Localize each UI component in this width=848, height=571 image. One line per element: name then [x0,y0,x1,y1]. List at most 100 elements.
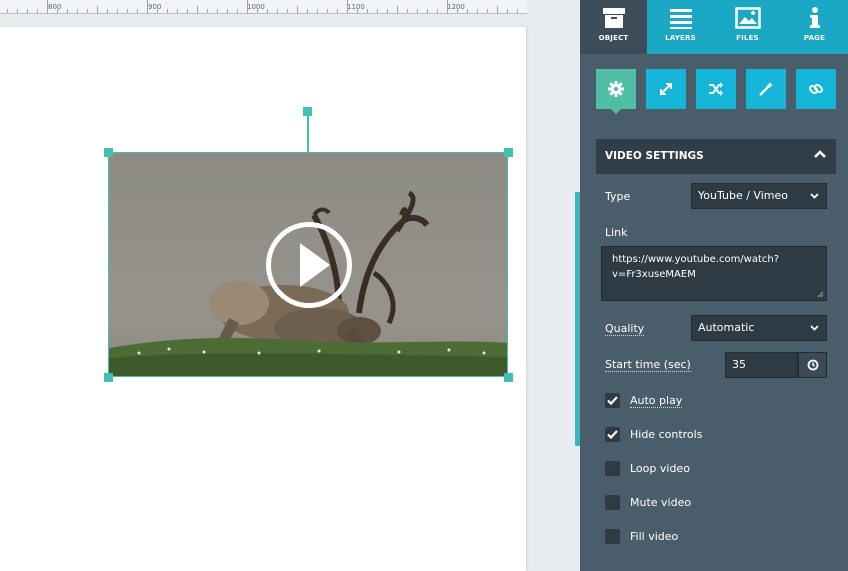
ruler-tick [497,6,498,13]
link-label: Link [605,226,628,239]
effects-button[interactable] [746,69,786,109]
resize-grip-icon[interactable] [817,291,824,298]
video-settings-header[interactable]: VIDEO SETTINGS [596,139,836,174]
tab-label: OBJECT [598,34,629,42]
ruler-label: 1100 [347,3,365,11]
ruler-tick [327,9,328,13]
type-select-value: YouTube / Vimeo [698,189,788,202]
quality-select[interactable]: Automatic [691,315,827,341]
rotate-handle[interactable] [303,107,312,116]
resize-button[interactable] [646,69,686,109]
ruler-tick [387,9,388,13]
video-element[interactable] [108,152,508,377]
type-select[interactable]: YouTube / Vimeo [691,183,827,209]
ruler-label: 900 [148,3,162,11]
link-button[interactable] [796,69,836,109]
info-icon [809,7,820,28]
ruler-tick [107,9,108,13]
ruler-tick [357,9,358,13]
link-text-line: https://www.youtube.com/watch? [612,254,780,265]
object-icon [602,8,625,28]
ruler-tick [27,9,28,13]
link-textarea[interactable]: https://www.youtube.com/watch? v=Fr3xuse… [601,246,827,301]
play-icon [300,243,330,287]
type-label: Type [605,190,631,203]
ruler-tick [227,9,228,13]
current-time-button[interactable] [798,352,827,378]
ruler-tick [447,0,448,13]
ruler-tick [467,9,468,13]
resize-handle-bottom-right[interactable] [504,373,513,382]
tab-page[interactable]: PAGE [781,0,848,54]
panel-tabs: OBJECT LAYERS FILES PAGE [580,0,848,54]
gear-icon [608,81,624,97]
ruler-tick [507,9,508,13]
clock-icon [807,359,819,371]
option-label: Mute video [630,496,692,509]
canvas-area: 800 900 1000 1100 1200 [0,0,580,571]
start-time-input[interactable]: 35 [725,352,798,378]
link-icon [808,83,824,95]
checkbox[interactable] [605,495,620,510]
checkbox[interactable] [605,529,620,544]
resize-handle-top-left[interactable] [104,148,113,157]
ruler-tick [477,9,478,13]
ruler-tick [17,9,18,13]
ruler-tick [407,9,408,13]
shuffle-button[interactable] [696,69,736,109]
ruler-tick [417,9,418,13]
ruler-tick [67,9,68,13]
ruler-tick [347,0,348,13]
ruler-tick [307,9,308,13]
shuffle-icon [709,82,723,96]
ruler-tick [187,9,188,13]
checkbox[interactable] [605,393,620,408]
ruler-tick [57,9,58,13]
option-label: Fill video [630,530,679,543]
start-time-label: Start time (sec) [605,358,691,372]
ruler-tick [197,6,198,13]
files-icon [734,7,761,29]
ruler-tick [177,9,178,13]
tab-object[interactable]: OBJECT [580,0,647,54]
layers-icon [669,9,692,29]
ruler-tick [117,9,118,13]
resize-icon [660,83,672,95]
resize-handle-top-right[interactable] [504,148,513,157]
ruler-tick [137,9,138,13]
ruler-label: 1000 [247,3,265,11]
option-label: Auto play [630,394,683,408]
settings-button[interactable] [596,69,636,114]
magic-wand-icon [759,82,773,96]
tab-layers[interactable]: LAYERS [647,0,714,54]
resize-handle-bottom-left[interactable] [104,373,113,382]
ruler-tick [7,9,8,13]
ruler-tick [317,9,318,13]
ruler-tick [147,0,148,13]
ruler-tick [517,9,518,13]
quality-select-value: Automatic [698,321,755,334]
ruler-tick [237,9,238,13]
section-title: VIDEO SETTINGS [605,150,704,162]
ruler-tick [37,9,38,13]
ruler-tick [207,9,208,13]
ruler-tick [277,9,278,13]
ruler-tick [487,9,488,13]
tab-label: LAYERS [665,34,696,42]
ruler-tick [367,9,368,13]
ruler-tick [377,9,378,13]
checkbox[interactable] [605,461,620,476]
chevron-down-icon [810,325,819,331]
ruler-tick [287,9,288,13]
tab-label: PAGE [803,34,826,42]
ruler-tick [427,9,428,13]
ruler-tick [397,6,398,13]
ruler-tick [437,9,438,13]
option-label: Hide controls [630,428,703,441]
ruler-tick [257,9,258,13]
quality-label: Quality [605,322,645,336]
checkbox[interactable] [605,427,620,442]
tab-files[interactable]: FILES [714,0,781,54]
ruler-tick [157,9,158,13]
option-label: Loop video [630,462,690,475]
